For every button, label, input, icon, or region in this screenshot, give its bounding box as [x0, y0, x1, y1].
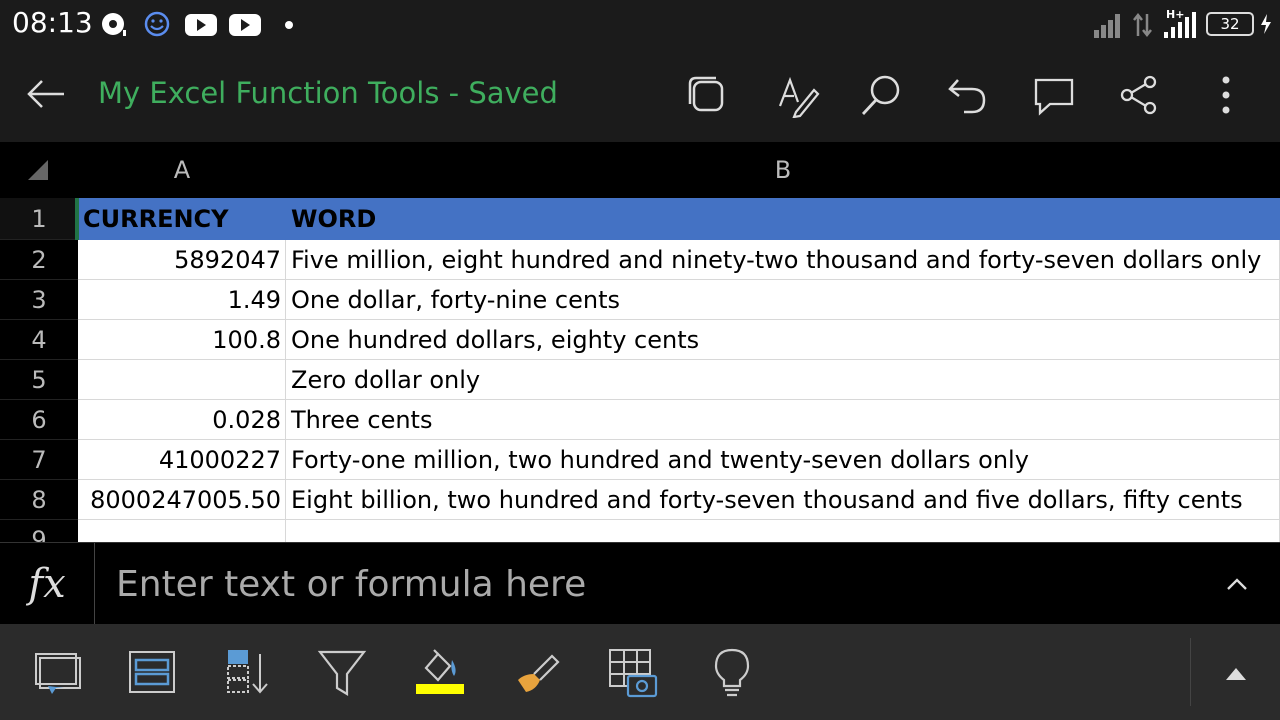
row-header-5[interactable]: 5	[0, 360, 78, 400]
search-icon[interactable]	[858, 72, 904, 118]
more-options-icon[interactable]	[1203, 72, 1249, 118]
switch-windows-icon[interactable]	[684, 72, 730, 118]
signal-hplus-icon: H+	[1164, 8, 1196, 38]
format-painter-icon[interactable]	[510, 646, 566, 702]
back-arrow-icon[interactable]	[24, 72, 68, 116]
share-icon[interactable]	[1116, 72, 1162, 118]
draw-pen-icon[interactable]	[774, 72, 820, 118]
notification-icon	[102, 13, 126, 36]
select-all-corner[interactable]	[0, 142, 79, 198]
formula-input[interactable]	[104, 557, 1208, 611]
select-all-triangle-icon	[28, 160, 48, 180]
spreadsheet-grid: A B 1 2 3 4 5 6 7 8 9 CURRENCY WORD 5892…	[0, 142, 1280, 542]
sort-icon[interactable]	[220, 646, 276, 702]
table-camera-icon[interactable]	[604, 646, 660, 702]
status-bar: 08:13 H+ 32	[0, 0, 1280, 50]
cell-a5[interactable]	[78, 360, 286, 400]
chevron-up-icon[interactable]	[1224, 571, 1250, 597]
row-header-2[interactable]: 2	[0, 240, 78, 280]
filter-icon[interactable]	[314, 646, 370, 702]
comment-icon[interactable]	[1030, 72, 1076, 118]
status-time: 08:13	[12, 6, 93, 39]
document-title: My Excel Function Tools - Saved	[98, 76, 558, 110]
toolbar-divider	[1190, 638, 1191, 706]
row-header-3[interactable]: 3	[0, 280, 78, 320]
battery-indicator: 32	[1206, 12, 1254, 36]
row-header-1[interactable]: 1	[0, 198, 78, 240]
expand-ribbon-icon[interactable]	[1222, 660, 1250, 684]
column-header-b[interactable]: B	[286, 142, 1280, 198]
select-view-icon[interactable]	[30, 646, 86, 702]
cell-b1[interactable]: WORD	[286, 198, 1280, 240]
battery-level: 32	[1220, 15, 1240, 33]
cell-b8[interactable]: Eight billion, two hundred and forty-sev…	[286, 480, 1280, 520]
youtube-icon	[229, 14, 261, 36]
svg-text:H+: H+	[1166, 8, 1184, 21]
column-header-a[interactable]: A	[78, 142, 287, 198]
cell-a2[interactable]: 5892047	[78, 240, 286, 280]
fill-color-button[interactable]	[412, 646, 468, 706]
fx-icon[interactable]: fx	[0, 543, 95, 625]
more-notifications-icon	[285, 21, 293, 29]
row-header-4[interactable]: 4	[0, 320, 78, 360]
cell-a7[interactable]: 41000227	[78, 440, 286, 480]
signal-icon	[1094, 14, 1120, 38]
cell-a3[interactable]: 1.49	[78, 280, 286, 320]
cell-a6[interactable]: 0.028	[78, 400, 286, 440]
youtube-icon	[185, 14, 217, 36]
formula-bar: fx	[0, 542, 1280, 626]
cell-a4[interactable]: 100.8	[78, 320, 286, 360]
row-header-9[interactable]: 9	[0, 520, 78, 542]
cell-b7[interactable]: Forty-one million, two hundred and twent…	[286, 440, 1280, 480]
data-transfer-icon	[1133, 12, 1152, 38]
row-header-8[interactable]: 8	[0, 480, 78, 520]
cell-a8[interactable]: 8000247005.50	[78, 480, 286, 520]
status-right-group: H+ 32	[1092, 8, 1272, 40]
lightbulb-icon[interactable]	[704, 646, 760, 702]
cell-b9[interactable]	[286, 520, 1280, 542]
cell-b3[interactable]: One dollar, forty-nine cents	[286, 280, 1280, 320]
smiley-icon	[144, 11, 170, 37]
app-bar: My Excel Function Tools - Saved	[0, 50, 1280, 142]
cell-a1[interactable]: CURRENCY	[78, 198, 286, 240]
undo-icon[interactable]	[944, 72, 990, 118]
fill-color-swatch	[416, 684, 464, 694]
cell-b2[interactable]: Five million, eight hundred and ninety-t…	[286, 240, 1280, 280]
active-cell-indicator	[75, 198, 79, 240]
cell-b5[interactable]: Zero dollar only	[286, 360, 1280, 400]
row-header-7[interactable]: 7	[0, 440, 78, 480]
cell-b4[interactable]: One hundred dollars, eighty cents	[286, 320, 1280, 360]
bottom-toolbar	[0, 624, 1280, 720]
column-header-row: A B	[0, 142, 1280, 198]
cell-a9[interactable]	[78, 520, 286, 542]
charging-icon	[1261, 14, 1271, 34]
cell-b6[interactable]: Three cents	[286, 400, 1280, 440]
freeze-panes-icon[interactable]	[124, 646, 180, 702]
row-header-6[interactable]: 6	[0, 400, 78, 440]
